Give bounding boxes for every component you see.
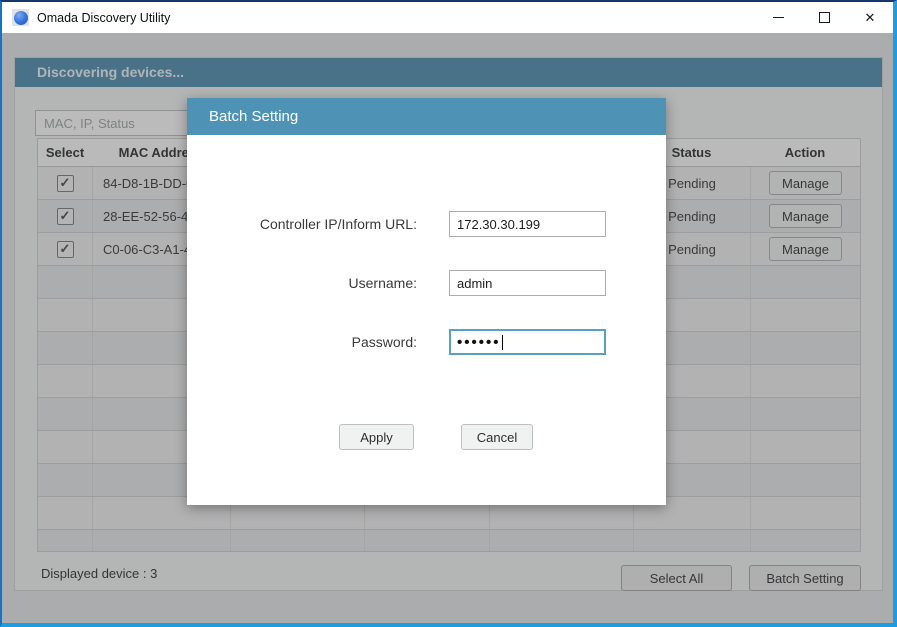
controller-url-label: Controller IP/Inform URL:	[187, 211, 417, 237]
text-caret	[502, 335, 503, 350]
close-button[interactable]: ✕	[847, 2, 893, 33]
minimize-button[interactable]	[755, 2, 801, 33]
window-controls: ✕	[755, 2, 893, 33]
password-input[interactable]: ••••••	[449, 329, 606, 355]
window-title: Omada Discovery Utility	[37, 11, 170, 25]
app-logo-icon	[12, 9, 29, 26]
dialog-title: Batch Setting	[187, 98, 666, 135]
apply-button[interactable]: Apply	[339, 424, 414, 450]
titlebar: Omada Discovery Utility ✕	[2, 2, 893, 33]
batch-setting-dialog: Batch Setting Controller IP/Inform URL: …	[187, 98, 666, 505]
password-label: Password:	[187, 329, 417, 355]
maximize-icon	[819, 12, 830, 23]
password-masked-value: ••••••	[457, 335, 501, 350]
username-label: Username:	[187, 270, 417, 296]
maximize-button[interactable]	[801, 2, 847, 33]
controller-url-input[interactable]	[449, 211, 606, 237]
minimize-icon	[773, 17, 784, 18]
username-input[interactable]	[449, 270, 606, 296]
cancel-button[interactable]: Cancel	[461, 424, 533, 450]
close-icon: ✕	[865, 11, 876, 24]
app-window: Omada Discovery Utility ✕ Discovering de…	[0, 0, 897, 627]
window-content: Discovering devices... Select MAC Addres…	[2, 33, 893, 623]
